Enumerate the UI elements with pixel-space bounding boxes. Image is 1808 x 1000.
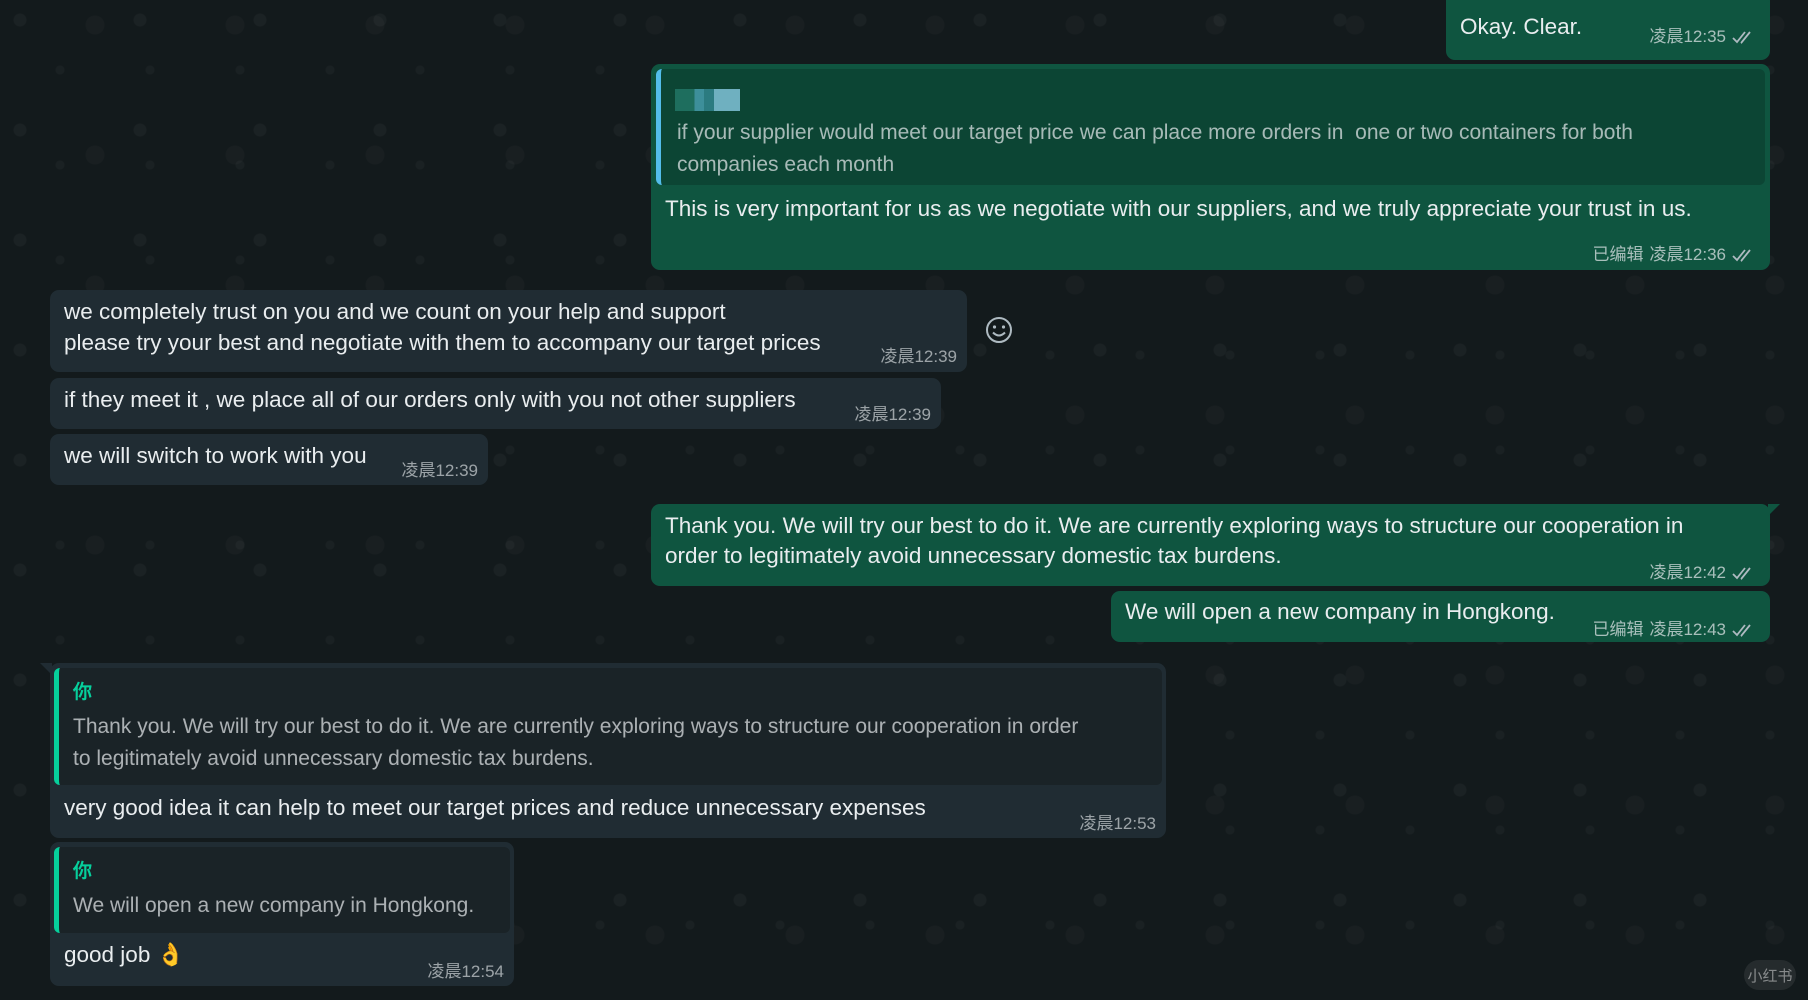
message-time: 凌晨12:42 [1649, 563, 1726, 582]
message-text-line2: order to legitimately avoid unnecessary … [665, 543, 1282, 568]
message-meta: 凌晨12:42 [1649, 558, 1758, 588]
quote-author: 你 [73, 861, 93, 882]
message-text: if they meet it , we place all of our or… [64, 387, 796, 412]
quoted-message[interactable]: if your supplier would meet our target p… [656, 69, 1765, 185]
message-text: This is very important for us as we nego… [665, 196, 1692, 221]
edited-label: 已编辑 [1592, 620, 1644, 639]
message-bubble-incoming[interactable]: 你 We will open a new company in Hongkong… [50, 842, 514, 986]
message-meta: 凌晨12:35 [1649, 22, 1758, 52]
message-bubble-incoming[interactable]: if they meet it , we place all of our or… [50, 378, 941, 429]
message-bubble-outgoing[interactable]: Thank you. We will try our best to do it… [651, 504, 1780, 588]
message-bubble-outgoing[interactable]: We will open a new company in Hongkong. … [1111, 591, 1770, 642]
message-time: 凌晨12:35 [1649, 27, 1726, 46]
message-bubble-incoming[interactable]: we completely trust on you and we count … [50, 290, 967, 372]
message-time: 凌晨12:54 [427, 962, 504, 981]
double-check-icon [1732, 624, 1751, 637]
edited-label: 已编辑 [1592, 245, 1644, 264]
quote-author-redacted [675, 89, 740, 111]
message-bubble-incoming[interactable]: we will switch to work with you 凌晨12:39 [50, 434, 488, 485]
quote-text-line2: to legitimately avoid unnecessary domest… [73, 747, 594, 770]
quoted-message[interactable]: 你 We will open a new company in Hongkong… [54, 847, 510, 933]
message-text-line2: please try your best and negotiate with … [64, 330, 821, 355]
quote-text-line2: companies each month [677, 153, 895, 176]
message-text: We will open a new company in Hongkong. [1125, 599, 1555, 624]
message-time: 凌晨12:36 [1649, 245, 1726, 264]
message-time: 凌晨12:39 [854, 405, 931, 424]
message-bubble-outgoing[interactable]: if your supplier would meet our target p… [651, 64, 1770, 270]
double-check-icon [1732, 31, 1751, 44]
message-bubble-outgoing[interactable]: Okay. Clear. 凌晨12:35 [1446, 0, 1780, 60]
smiley-icon[interactable] [983, 314, 1015, 346]
quote-text-line1: if your supplier would meet our target p… [677, 121, 1633, 144]
message-text: very good idea it can help to meet our t… [64, 795, 926, 820]
chat-background: Okay. Clear. 凌晨12:35 if your supplier wo… [0, 0, 1808, 1000]
double-check-icon [1732, 567, 1751, 580]
quote-text-line1: We will open a new company in Hongkong. [73, 894, 475, 917]
message-text-line1: we completely trust on you and we count … [64, 299, 726, 324]
message-text: we will switch to work with you [64, 443, 367, 468]
message-time: 凌晨12:53 [1079, 814, 1156, 833]
message-text: good job 👌 [64, 942, 185, 967]
message-bubble-incoming[interactable]: 你 Thank you. We will try our best to do … [40, 663, 1166, 838]
message-text-line1: Thank you. We will try our best to do it… [665, 513, 1684, 538]
quote-text-line1: Thank you. We will try our best to do it… [73, 715, 1079, 738]
message-meta: 已编辑 凌晨12:43 [1592, 615, 1758, 645]
watermark-logo: 小红书 [1744, 960, 1796, 990]
message-time: 凌晨12:43 [1649, 620, 1726, 639]
double-check-icon [1732, 249, 1751, 262]
message-meta: 已编辑 凌晨12:36 [1592, 240, 1758, 270]
quoted-message[interactable]: 你 Thank you. We will try our best to do … [54, 668, 1162, 785]
quote-author: 你 [73, 682, 93, 703]
message-text: Okay. Clear. [1460, 14, 1583, 39]
message-time: 凌晨12:39 [401, 461, 478, 480]
message-time: 凌晨12:39 [880, 347, 957, 366]
